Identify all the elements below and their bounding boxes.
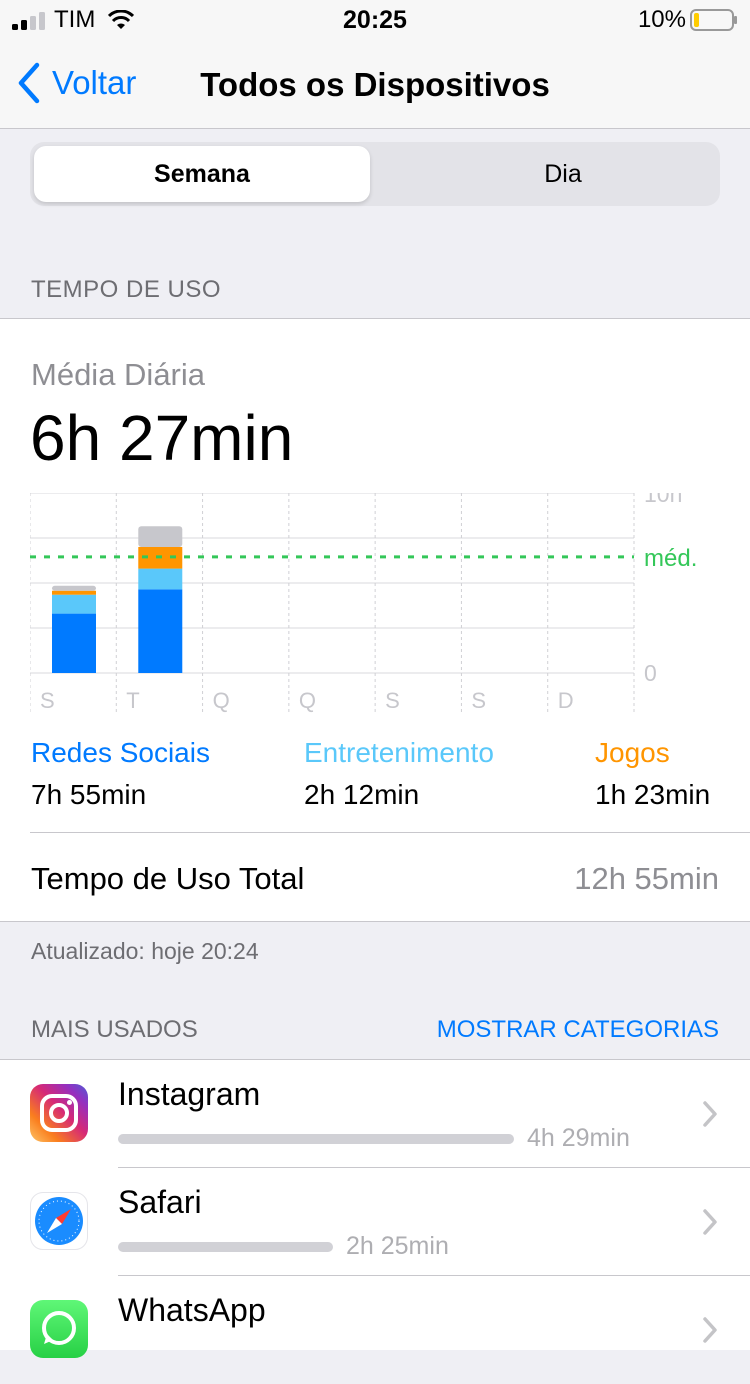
bar-segment [138, 589, 183, 673]
segment-week[interactable]: Semana [34, 146, 370, 202]
most-used-list: Instagram 4h 29min Safari 2h 25min Whats… [0, 1059, 750, 1358]
app-name: WhatsApp [118, 1292, 266, 1328]
safari-icon [30, 1192, 88, 1250]
battery-percent: 10% [637, 6, 686, 33]
battery-icon [690, 9, 737, 31]
total-usage-label: Tempo de Uso Total [31, 861, 305, 896]
day-label: S [385, 688, 400, 713]
chevron-right-icon [703, 1209, 717, 1235]
category-value: 2h 12min [304, 779, 420, 810]
chevron-right-icon [703, 1101, 717, 1127]
app-row-safari[interactable]: Safari 2h 25min [0, 1168, 750, 1276]
app-duration: 4h 29min [527, 1124, 630, 1152]
app-row-instagram[interactable]: Instagram 4h 29min [0, 1060, 750, 1168]
bar-segment [52, 613, 96, 673]
day-label: T [126, 688, 139, 713]
day-label: S [40, 688, 55, 713]
app-duration: 2h 25min [346, 1232, 449, 1260]
bar-segment [52, 585, 96, 591]
category-value: 7h 55min [31, 779, 147, 810]
bar-segment [138, 568, 183, 590]
total-usage-value: 12h 55min [574, 861, 719, 896]
weekly-usage-chart: S T Q Q S S Dméd. 10h 0 [30, 493, 697, 713]
section-header-most-used: MAIS USADOS [31, 1016, 198, 1043]
day-label: Q [213, 688, 230, 713]
app-name: Safari [118, 1184, 202, 1220]
show-categories-link[interactable]: MOSTRAR CATEGORIAS [437, 1016, 719, 1044]
y-tick-label: 10h [644, 493, 682, 507]
daily-average-value: 6h 27min [30, 402, 294, 474]
app-name: Instagram [118, 1076, 261, 1112]
y-tick-label: 0 [644, 660, 657, 686]
navigation-bar: Voltar Todos os Dispositivos [0, 40, 750, 129]
day-label: Q [299, 688, 316, 713]
usage-bar [118, 1134, 514, 1144]
day-label: D [558, 688, 574, 713]
category-name: Entretenimento [304, 737, 494, 768]
usage-card: Média Diária 6h 27min S T Q Q S S Dméd. 10h 0 Re… [0, 318, 750, 922]
section-header-usage: TEMPO DE USO [31, 276, 222, 303]
status-bar: TIM 20:25 10% [0, 0, 750, 40]
whatsapp-icon [30, 1300, 88, 1358]
category-name: Jogos [595, 737, 670, 768]
category-social[interactable]: Redes Sociais 7h 55min [31, 737, 210, 811]
bar-segment [52, 590, 96, 595]
day-label: S [471, 688, 486, 713]
updated-timestamp: Atualizado: hoje 20:24 [31, 938, 259, 964]
bar-segment [138, 526, 183, 547]
usage-bar [118, 1242, 333, 1252]
instagram-icon [30, 1084, 88, 1142]
page-title: Todos os Dispositivos [200, 66, 550, 103]
bar-segment [52, 594, 96, 614]
category-value: 1h 23min [595, 779, 711, 810]
average-label: méd. [644, 545, 697, 572]
app-row-whatsapp[interactable]: WhatsApp [0, 1276, 750, 1384]
category-entertainment[interactable]: Entretenimento 2h 12min [304, 737, 494, 811]
category-games[interactable]: Jogos 1h 23min [595, 737, 710, 811]
period-segmented-control: Semana Dia [30, 142, 720, 206]
category-name: Redes Sociais [31, 737, 210, 768]
chevron-right-icon [703, 1317, 717, 1343]
daily-average-label: Média Diária [31, 357, 206, 392]
divider [30, 832, 750, 833]
segment-day[interactable]: Dia [410, 146, 716, 202]
